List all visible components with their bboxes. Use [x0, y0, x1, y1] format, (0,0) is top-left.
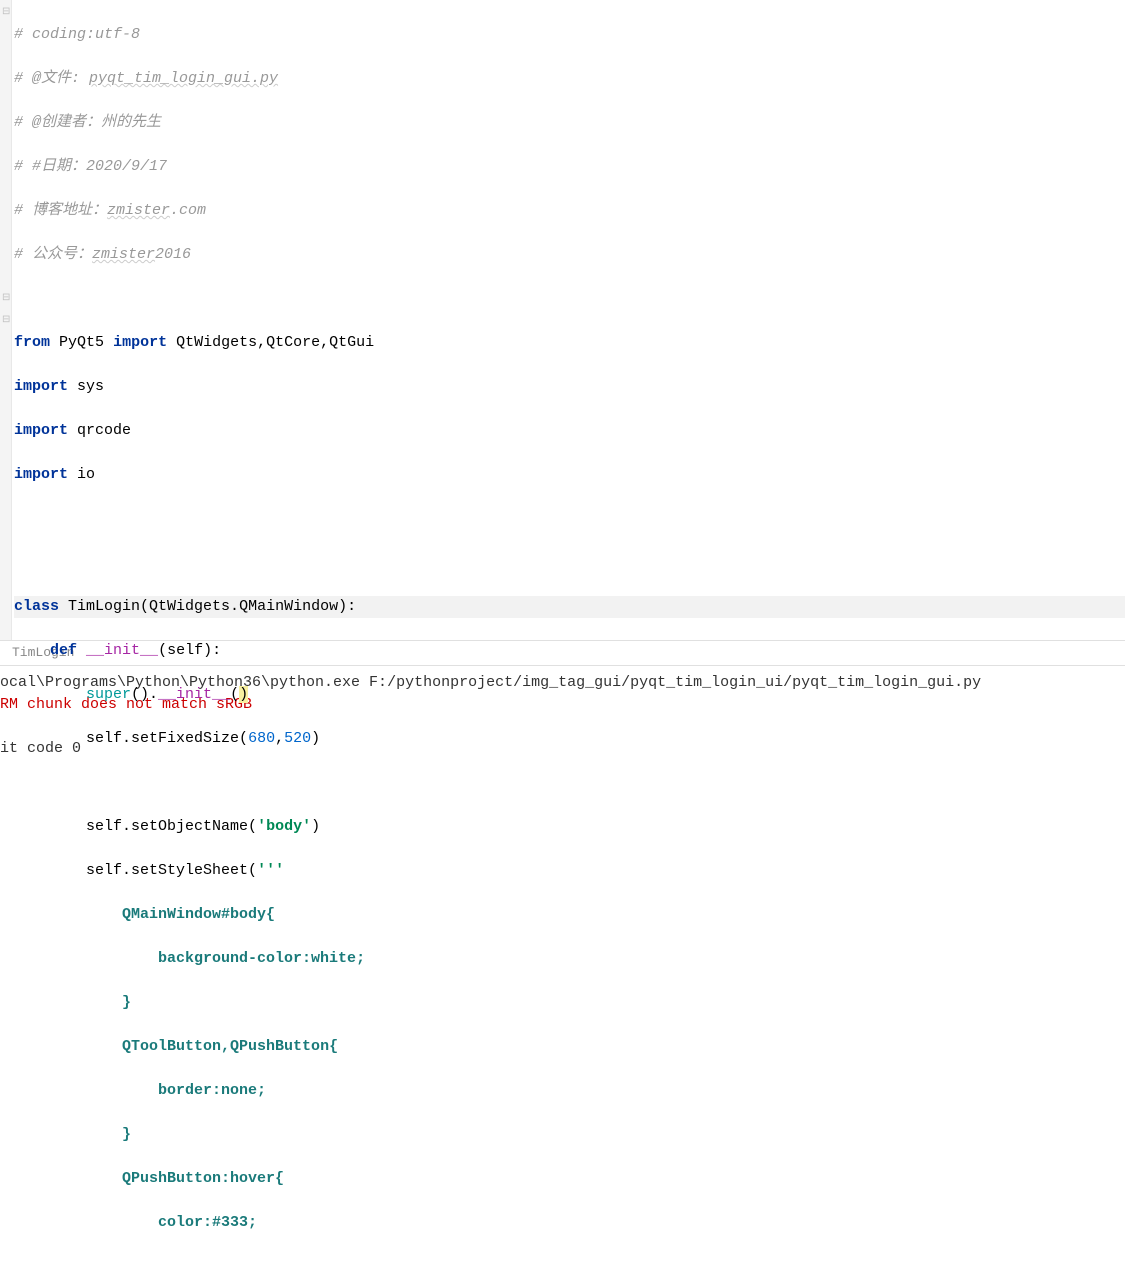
- comment: # coding:utf-8: [14, 26, 140, 43]
- css-rule: QPushButton:hover{: [122, 1170, 284, 1187]
- keyword-import: import: [14, 422, 68, 439]
- css-property: border:none;: [158, 1082, 266, 1099]
- keyword-def: def: [50, 642, 77, 659]
- code-editor[interactable]: ⊟ ⊟ ⊟ # coding:utf-8 # @文件: pyqt_tim_log…: [0, 0, 1125, 640]
- fold-icon[interactable]: ⊟: [2, 2, 10, 24]
- code-content[interactable]: # coding:utf-8 # @文件: pyqt_tim_login_gui…: [0, 0, 1125, 1278]
- paren-match: ): [239, 686, 248, 703]
- builtin-super: super: [86, 686, 131, 703]
- keyword-class: class: [14, 598, 59, 615]
- gutter: ⊟ ⊟ ⊟: [0, 0, 12, 640]
- keyword-import: import: [113, 334, 167, 351]
- comment: # @创建者：州的先生: [14, 114, 161, 131]
- fold-icon[interactable]: ⊟: [2, 288, 10, 310]
- comment: # 博客地址：zmister.com: [14, 202, 206, 219]
- fold-icon[interactable]: ⊟: [2, 310, 10, 332]
- keyword-import: import: [14, 378, 68, 395]
- dunder-init: __init__: [86, 642, 158, 659]
- keyword-import: import: [14, 466, 68, 483]
- comment: # @文件: pyqt_tim_login_gui.py: [14, 70, 278, 87]
- css-property: color:#333;: [158, 1214, 257, 1231]
- css-property: background-color:white;: [158, 950, 365, 967]
- comment: # 公众号：zmister2016: [14, 246, 191, 263]
- comment: # #日期：2020/9/17: [14, 158, 167, 175]
- current-line: class TimLogin(QtWidgets.QMainWindow):: [14, 596, 1125, 618]
- css-rule: QMainWindow#body{: [122, 906, 275, 923]
- css-rule: QToolButton,QPushButton{: [122, 1038, 338, 1055]
- keyword-from: from: [14, 334, 50, 351]
